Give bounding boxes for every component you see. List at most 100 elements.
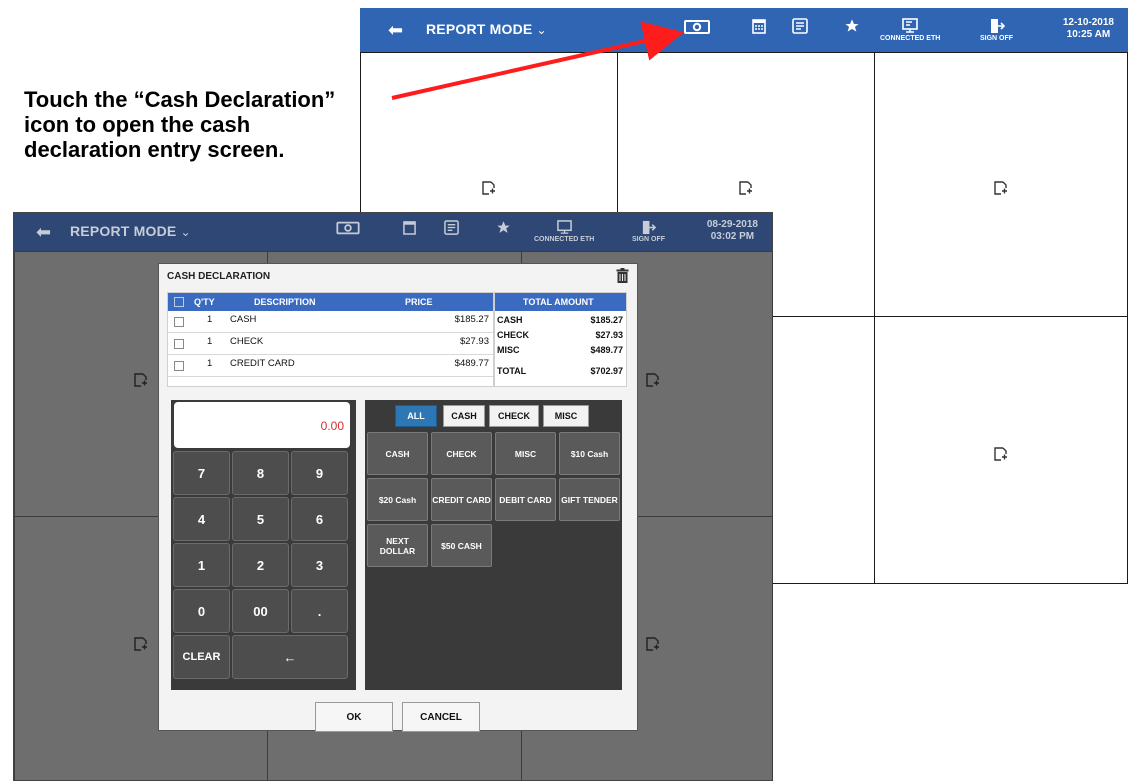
dialog-title: CASH DECLARATION	[167, 271, 271, 282]
row-description: CHECK	[230, 336, 264, 347]
tender-credit-card-button[interactable]: CREDIT CARD	[431, 478, 492, 521]
key-2[interactable]: 2	[232, 543, 289, 587]
time: 10:25 AM	[1066, 29, 1111, 40]
callout-line: declaration entry screen.	[24, 137, 285, 162]
filter-tab-check[interactable]: CHECK	[489, 405, 539, 427]
back-arrow-icon[interactable]: ⬅	[36, 222, 51, 243]
key-decimal[interactable]: .	[291, 589, 348, 633]
back-arrow-icon[interactable]: ⬅	[388, 20, 403, 41]
date-time: 08-29-2018 03:02 PM	[707, 219, 758, 243]
report-mode-dropdown[interactable]: REPORT MODE ⌄	[70, 223, 191, 239]
filter-tab-all[interactable]: ALL	[395, 405, 437, 427]
add-screen-icon	[134, 373, 147, 387]
top-bar: ⬅ REPORT MODE ⌄ CONNECTED ETH SIGN OFF 08…	[14, 213, 772, 251]
grid-cell[interactable]	[874, 316, 1128, 584]
total-row: MISC $489.77	[497, 345, 623, 355]
row-checkbox[interactable]	[174, 361, 184, 371]
tender-gift-button[interactable]: GIFT TENDER	[559, 478, 620, 521]
callout-line: Touch the “Cash Declaration”	[24, 87, 336, 112]
trash-icon[interactable]	[616, 268, 629, 288]
chevron-down-icon: ⌄	[180, 225, 191, 239]
table-row[interactable]: 1 CREDIT CARD $489.77	[168, 355, 493, 377]
add-screen-icon	[482, 181, 495, 195]
tender-20-cash-button[interactable]: $20 Cash	[367, 478, 428, 521]
mode-label: REPORT MODE	[426, 21, 533, 37]
row-qty: 1	[207, 314, 213, 325]
date: 08-29-2018	[706, 219, 758, 230]
key-4[interactable]: 4	[173, 497, 230, 541]
row-checkbox[interactable]	[174, 317, 184, 327]
table-row[interactable]: 1 CASH $185.27	[168, 311, 493, 333]
tender-misc-button[interactable]: MISC	[495, 432, 556, 475]
tender-10-cash-button[interactable]: $10 Cash	[559, 432, 620, 475]
report-mode-dropdown[interactable]: REPORT MODE ⌄	[426, 21, 547, 37]
report-icon[interactable]	[444, 220, 459, 235]
calendar-icon[interactable]	[403, 220, 416, 235]
report-icon[interactable]	[792, 18, 808, 34]
key-0[interactable]: 0	[173, 589, 230, 633]
key-3[interactable]: 3	[291, 543, 348, 587]
key-1[interactable]: 1	[173, 543, 230, 587]
sign-off-label: SIGN OFF	[632, 236, 666, 243]
sign-off-icon[interactable]: SIGN OFF	[980, 18, 1013, 42]
grid-cell[interactable]	[874, 52, 1128, 317]
tender-cash-button[interactable]: CASH	[367, 432, 428, 475]
cash-declaration-icon[interactable]	[684, 18, 710, 36]
star-icon[interactable]	[496, 220, 511, 235]
cancel-button[interactable]: CANCEL	[402, 702, 480, 732]
callout-line: icon to open the cash	[24, 112, 251, 137]
tender-50-cash-button[interactable]: $50 CASH	[431, 524, 492, 567]
connected-eth-icon[interactable]: CONNECTED ETH	[534, 220, 594, 243]
tender-debit-card-button[interactable]: DEBIT CARD	[495, 478, 556, 521]
calendar-icon[interactable]	[752, 18, 766, 34]
connected-eth-icon[interactable]: CONNECTED ETH	[880, 18, 940, 42]
numpad: 0.00 7 8 9 4 5 6 1 2 3 0 00 . CLEAR ←	[171, 400, 356, 690]
qty-header: Q'TY	[194, 297, 215, 307]
row-checkbox[interactable]	[174, 339, 184, 349]
key-9[interactable]: 9	[291, 451, 348, 495]
cash-declaration-dialog: CASH DECLARATION Q'TY DESCRIPTION PRICE …	[158, 263, 638, 732]
ok-button[interactable]: OK	[315, 702, 393, 732]
time: 03:02 PM	[710, 231, 755, 242]
connected-eth-label: CONNECTED ETH	[880, 35, 941, 42]
add-screen-icon	[646, 373, 659, 387]
cash-declaration-icon[interactable]	[336, 220, 360, 236]
table-row[interactable]: 1 CHECK $27.93	[168, 333, 493, 355]
totals-table: TOTAL AMOUNT CASH $185.27 CHECK $27.93 MIS…	[494, 292, 627, 387]
key-8[interactable]: 8	[232, 451, 289, 495]
sign-off-label: SIGN OFF	[980, 35, 1014, 42]
select-all-checkbox[interactable]	[174, 297, 184, 307]
table-header: Q'TY DESCRIPTION PRICE	[168, 293, 493, 311]
row-description: CASH	[230, 314, 257, 325]
row-price: $185.27	[454, 314, 489, 325]
key-5[interactable]: 5	[232, 497, 289, 541]
tender-panel: ALL CASH CHECK MISC CASH CHECK MISC $10 …	[365, 400, 622, 690]
add-screen-icon	[994, 181, 1007, 195]
clear-button[interactable]: CLEAR	[173, 635, 230, 679]
backspace-button[interactable]: ←	[232, 635, 348, 679]
star-icon[interactable]	[844, 18, 860, 34]
totals-header: TOTAL AMOUNT	[495, 293, 626, 311]
sign-off-icon[interactable]: SIGN OFF	[632, 220, 665, 243]
key-00[interactable]: 00	[232, 589, 289, 633]
row-description: CREDIT CARD	[230, 358, 295, 369]
filter-tab-cash[interactable]: CASH	[443, 405, 485, 427]
row-qty: 1	[207, 336, 213, 347]
mode-label: REPORT MODE	[70, 223, 177, 239]
filter-tab-misc[interactable]: MISC	[543, 405, 589, 427]
key-7[interactable]: 7	[173, 451, 230, 495]
tender-next-dollar-button[interactable]: NEXT DOLLAR	[367, 524, 428, 567]
price-header: PRICE	[405, 297, 433, 307]
tender-check-button[interactable]: CHECK	[431, 432, 492, 475]
add-screen-icon	[134, 637, 147, 651]
chevron-down-icon: ⌄	[536, 23, 547, 37]
total-amount-header: TOTAL AMOUNT	[523, 297, 594, 307]
description-header: DESCRIPTION	[254, 297, 316, 307]
row-price: $489.77	[454, 358, 489, 369]
total-row: CASH $185.27	[497, 315, 623, 325]
key-6[interactable]: 6	[291, 497, 348, 541]
top-bar: ⬅ REPORT MODE ⌄ CONNECTED ETH SIGN OFF 12…	[360, 8, 1128, 52]
amount-display[interactable]: 0.00	[174, 402, 350, 448]
add-screen-icon	[739, 181, 752, 195]
connected-eth-label: CONNECTED ETH	[534, 236, 595, 243]
